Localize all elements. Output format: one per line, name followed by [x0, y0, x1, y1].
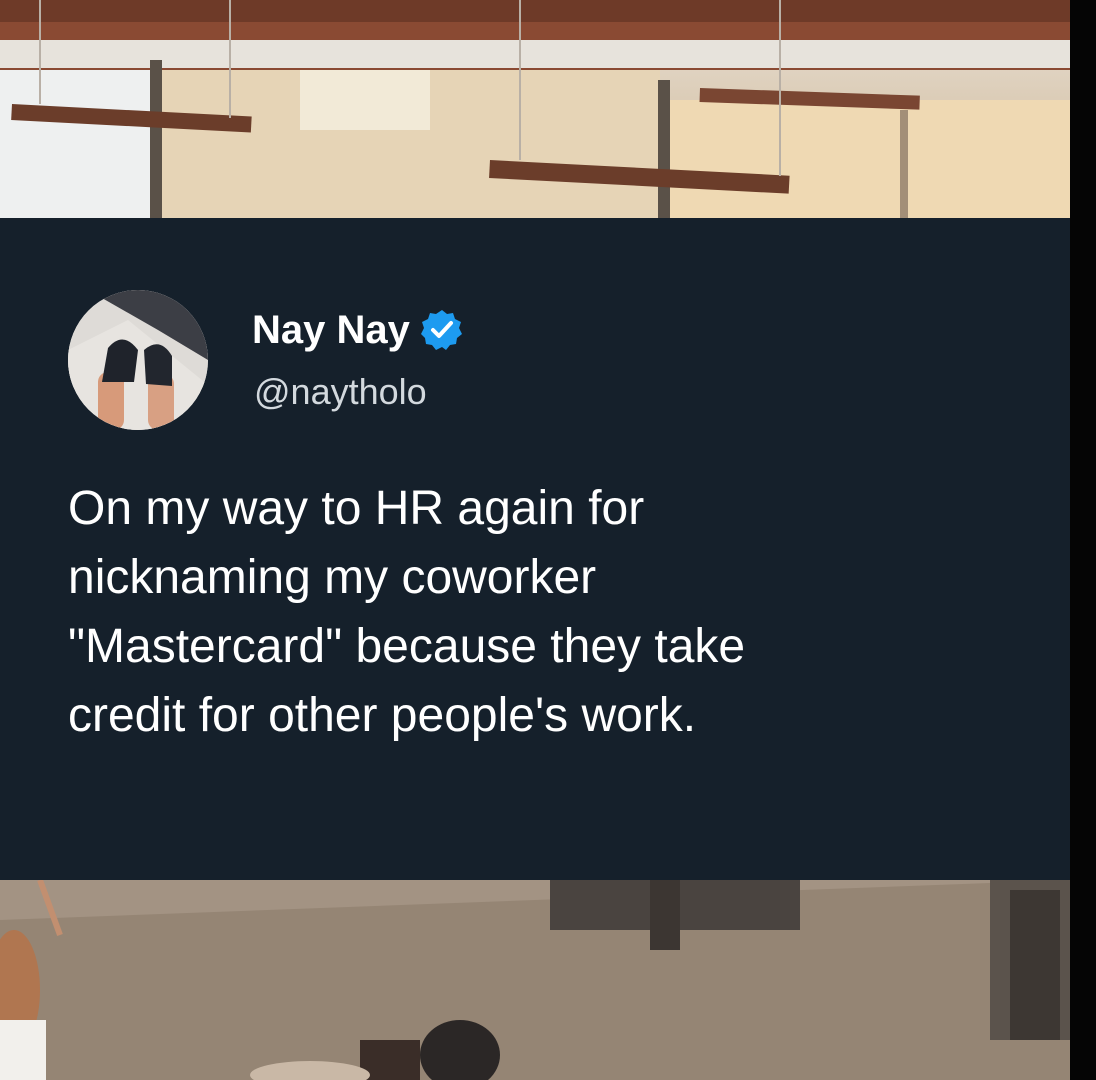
- office-ceiling-illustration: [0, 0, 1070, 218]
- display-name[interactable]: Nay Nay: [252, 306, 410, 354]
- background-photo-bottom: [0, 880, 1070, 1080]
- tweet-card: Nay Nay @naytholo On my way to HR again …: [0, 218, 1070, 880]
- name-row: Nay Nay: [252, 306, 464, 354]
- avatar[interactable]: [68, 290, 208, 430]
- user-handle[interactable]: @naytholo: [254, 370, 427, 414]
- verified-badge-icon: [420, 308, 464, 352]
- background-photo-top: [0, 0, 1070, 218]
- screenshot-frame: Nay Nay @naytholo On my way to HR again …: [0, 0, 1096, 1080]
- tweet-text: On my way to HR again for nicknaming my …: [68, 482, 746, 742]
- avatar-photo-icon: [68, 290, 208, 430]
- office-floor-illustration: [0, 880, 1070, 1080]
- letterbox-strip: [1070, 0, 1096, 1080]
